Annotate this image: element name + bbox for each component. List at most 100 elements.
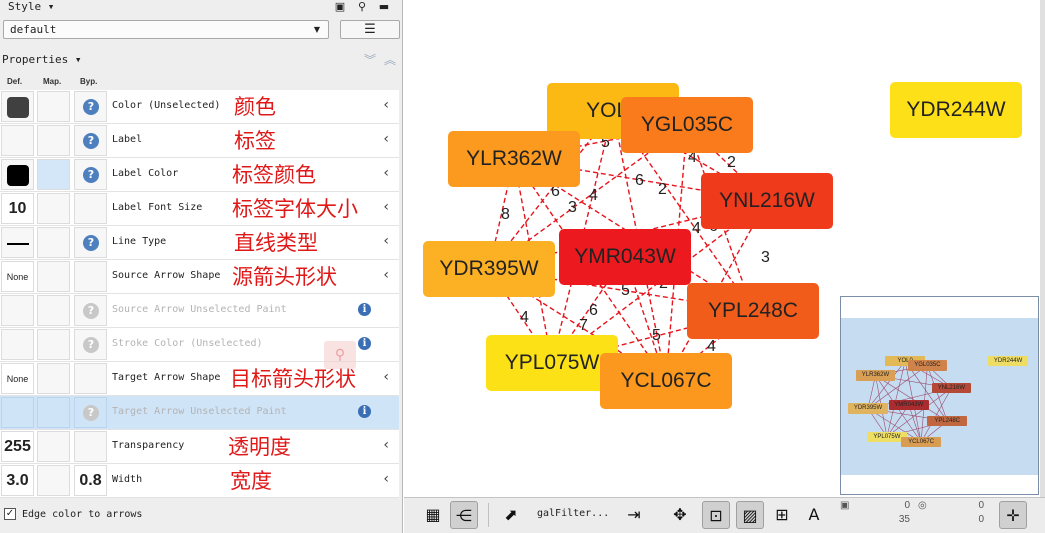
property-row[interactable]: ? Label 标签 ‹: [0, 124, 399, 158]
network-node[interactable]: YPL248C: [687, 283, 819, 339]
default-value-cell[interactable]: [1, 159, 34, 190]
bypass-cell[interactable]: [74, 431, 107, 462]
network-node[interactable]: YLR362W: [448, 131, 580, 187]
bypass-cell[interactable]: [74, 261, 107, 292]
mapping-cell[interactable]: [37, 397, 70, 428]
default-value-cell[interactable]: 3.0: [1, 465, 34, 496]
property-row[interactable]: ? Color (Unselected) 颜色 ‹: [0, 90, 399, 124]
style-title[interactable]: Style ▾: [8, 0, 54, 13]
open-arrow-icon[interactable]: ⬈: [497, 501, 525, 529]
chevron-left-icon[interactable]: ‹: [383, 369, 389, 385]
annotation-text-icon[interactable]: A: [800, 501, 828, 529]
bypass-cell[interactable]: [74, 363, 107, 394]
export-icon[interactable]: ⇥: [620, 501, 648, 529]
default-value-cell[interactable]: 10: [1, 193, 34, 224]
default-value-cell[interactable]: [1, 329, 34, 360]
mapping-cell[interactable]: [37, 465, 70, 496]
mapping-cell[interactable]: [37, 91, 70, 122]
chevron-left-icon[interactable]: ‹: [383, 97, 389, 113]
default-value-cell[interactable]: [1, 227, 34, 258]
network-node[interactable]: YCL067C: [600, 353, 732, 409]
grid-view-icon[interactable]: ▦: [419, 501, 447, 529]
network-overview-minimap[interactable]: YOL0 YLR362W YDR395W YGL035C YNL216W YPL248C Y…: [840, 296, 1039, 495]
default-value-cell[interactable]: [1, 397, 34, 428]
property-row[interactable]: ? Line Type 直线类型 ‹: [0, 226, 399, 260]
default-value-cell[interactable]: None: [1, 363, 34, 394]
pin-icon[interactable]: ⚲: [356, 1, 368, 13]
fit-all-icon[interactable]: ✥: [666, 501, 694, 529]
default-value-cell[interactable]: [1, 295, 34, 326]
bypass-cell[interactable]: ?: [74, 159, 107, 190]
property-row[interactable]: None Source Arrow Shape 源箭头形状 ‹: [0, 260, 399, 294]
help-icon[interactable]: ?: [83, 99, 99, 115]
navigate-icon[interactable]: ✛: [999, 501, 1027, 529]
help-icon[interactable]: ?: [83, 303, 99, 319]
mapping-cell[interactable]: [37, 159, 70, 190]
chevron-left-icon[interactable]: ‹: [383, 267, 389, 283]
help-icon[interactable]: ?: [83, 167, 99, 183]
scrollbar[interactable]: [1040, 0, 1045, 497]
property-row[interactable]: ? Source Arrow Unselected Paint i: [0, 294, 399, 328]
mapping-cell[interactable]: [37, 295, 70, 326]
mapping-cell[interactable]: [37, 261, 70, 292]
style-preset-select[interactable]: default ▼: [3, 20, 329, 39]
help-icon[interactable]: ?: [83, 337, 99, 353]
select-nodes-icon[interactable]: ⊡: [702, 501, 730, 529]
chevron-left-icon[interactable]: ‹: [383, 233, 389, 249]
select-edges-icon[interactable]: ▨: [736, 501, 764, 529]
color-swatch[interactable]: [7, 97, 29, 118]
network-node[interactable]: YDR395W: [423, 241, 555, 297]
network-node[interactable]: YGL035C: [621, 97, 753, 153]
color-swatch[interactable]: [7, 165, 29, 186]
double-chevron-down-icon[interactable]: ︾: [364, 51, 376, 68]
select-annotations-icon[interactable]: ⊞: [768, 501, 796, 529]
bypass-cell[interactable]: ?: [74, 91, 107, 122]
window-icon[interactable]: ▣: [334, 1, 346, 13]
bypass-cell[interactable]: ?: [74, 397, 107, 428]
property-row[interactable]: 10 Label Font Size 标签字体大小 ‹: [0, 192, 399, 226]
mapping-cell[interactable]: [37, 125, 70, 156]
mapping-cell[interactable]: [37, 363, 70, 394]
checkbox-icon[interactable]: ✓: [4, 508, 16, 520]
network-node[interactable]: YPL075W: [486, 335, 618, 391]
chevron-left-icon[interactable]: ‹: [383, 471, 389, 487]
network-node[interactable]: YDR244W: [890, 82, 1022, 138]
default-value-cell[interactable]: [1, 91, 34, 122]
chevron-left-icon[interactable]: ‹: [383, 437, 389, 453]
edge-color-to-arrows-checkbox[interactable]: ✓ Edge color to arrows: [4, 508, 142, 520]
double-chevron-up-icon[interactable]: ︽: [384, 51, 396, 68]
network-node[interactable]: YMR043W: [559, 229, 691, 285]
properties-title[interactable]: Properties ▾: [2, 53, 81, 66]
help-icon[interactable]: ?: [83, 133, 99, 149]
chevron-left-icon[interactable]: ‹: [383, 199, 389, 215]
filter-label[interactable]: galFilter...: [537, 508, 609, 519]
network-share-icon[interactable]: ⋲: [450, 501, 478, 529]
network-node[interactable]: YNL216W: [701, 173, 833, 229]
bypass-cell[interactable]: [74, 193, 107, 224]
mapping-cell[interactable]: [37, 227, 70, 258]
bypass-cell[interactable]: ?: [74, 125, 107, 156]
property-row[interactable]: 3.0 0.8 Width 宽度 ‹: [0, 464, 399, 498]
bypass-cell[interactable]: ?: [74, 227, 107, 258]
info-icon[interactable]: i: [358, 405, 371, 418]
minimize-icon[interactable]: ▬: [378, 1, 390, 13]
property-row[interactable]: ? Label Color 标签颜色 ‹: [0, 158, 399, 192]
help-icon[interactable]: ?: [83, 405, 99, 421]
help-icon[interactable]: ?: [83, 235, 99, 251]
hamburger-menu-icon[interactable]: ☰: [340, 20, 400, 39]
info-icon[interactable]: i: [358, 337, 371, 350]
chevron-left-icon[interactable]: ‹: [383, 165, 389, 181]
default-value-cell[interactable]: 255: [1, 431, 34, 462]
bypass-cell[interactable]: 0.8: [74, 465, 107, 496]
default-value-cell[interactable]: None: [1, 261, 34, 292]
property-row[interactable]: 255 Transparency 透明度 ‹: [0, 430, 399, 464]
property-row[interactable]: ? Target Arrow Unselected Paint i: [0, 396, 399, 430]
mapping-cell[interactable]: [37, 329, 70, 360]
mapping-cell[interactable]: [37, 431, 70, 462]
info-icon[interactable]: i: [358, 303, 371, 316]
chevron-left-icon[interactable]: ‹: [383, 131, 389, 147]
mapping-cell[interactable]: [37, 193, 70, 224]
default-value-cell[interactable]: [1, 125, 34, 156]
bypass-cell[interactable]: ?: [74, 329, 107, 360]
bypass-cell[interactable]: ?: [74, 295, 107, 326]
